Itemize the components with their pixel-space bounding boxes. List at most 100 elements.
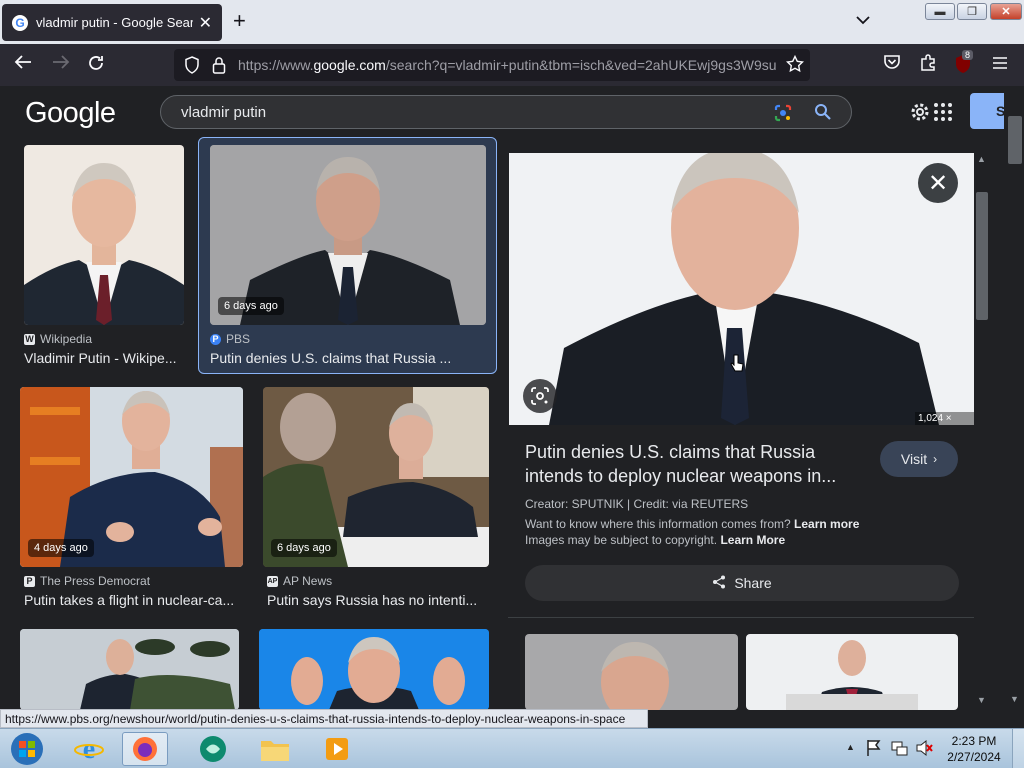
info-source-text: Want to know where this information come… (525, 517, 860, 531)
pbs-icon: P (210, 333, 221, 345)
address-bar[interactable]: https://www.google.com/search?q=vladmir+… (174, 49, 810, 81)
tab-google-search[interactable]: G vladmir putin - Google Search ✕ (2, 4, 222, 41)
preview-image[interactable]: ✕ 1,024 × 683 (509, 153, 974, 425)
google-header: Google vladmir putin Si (0, 86, 1024, 138)
chevron-right-icon: › (933, 452, 938, 466)
press-democrat-icon: P (24, 575, 35, 587)
scroll-up-icon[interactable]: ▲ (977, 154, 986, 164)
tab-title: vladmir putin - Google Search (36, 15, 193, 30)
firefox-taskbar-button[interactable] (122, 732, 168, 766)
media-player-icon[interactable] (314, 732, 360, 766)
learn-more-link[interactable]: Learn more (794, 517, 859, 531)
result-thumbnail[interactable]: 6 days ago (263, 387, 489, 567)
scroll-down-icon[interactable]: ▼ (1010, 694, 1019, 704)
result-age-badge: 4 days ago (28, 539, 94, 557)
svg-text:e: e (83, 734, 95, 764)
maximize-button[interactable]: ❐ (957, 3, 987, 20)
lens-search-button[interactable] (523, 379, 557, 413)
shield-icon[interactable] (184, 56, 200, 79)
url-text: https://www.google.com/search?q=vladmir+… (238, 57, 777, 73)
scroll-down-icon[interactable]: ▼ (977, 695, 986, 705)
result-source: P The Press Democrat (24, 574, 150, 588)
lock-icon[interactable] (212, 56, 226, 79)
image-preview-panel: ✕ 1,024 × 683 Putin denies U.S. claims t… (508, 150, 974, 710)
forward-arrow-icon[interactable] (52, 54, 70, 74)
windows-taskbar: e ▲ 2:23 PM 2/27/2024 (0, 728, 1024, 768)
creator-credit: Creator: SPUTNIK | Credit: via REUTERS (525, 497, 749, 511)
result-thumbnail[interactable]: 4 days ago (20, 387, 243, 567)
result-age-badge: 6 days ago (218, 297, 284, 315)
google-favicon-icon: G (12, 14, 28, 31)
hand-cursor-icon (730, 354, 744, 379)
clock-time: 2:23 PM (951, 734, 997, 748)
extension-badge: 8 (962, 50, 974, 60)
result-title[interactable]: Putin says Russia has no intenti... (267, 592, 489, 608)
start-button[interactable] (4, 732, 50, 766)
back-arrow-icon[interactable] (14, 54, 32, 74)
minimize-button[interactable]: ▬ (925, 3, 955, 20)
google-lens-icon[interactable] (773, 103, 793, 128)
result-source: P PBS (210, 332, 250, 346)
show-hidden-icons-icon[interactable]: ▲ (846, 742, 855, 752)
related-image-thumbnail[interactable] (746, 634, 958, 710)
result-thumbnail[interactable]: 6 days ago (210, 145, 486, 325)
extensions-puzzle-icon[interactable] (919, 54, 937, 76)
search-input[interactable]: vladmir putin (160, 95, 852, 129)
app-taskbar-icon[interactable] (190, 732, 236, 766)
preview-panel-scrollbar[interactable]: ▲ ▼ (974, 150, 990, 710)
result-age-badge: 6 days ago (271, 539, 337, 557)
image-dimensions: 1,024 × 683 (915, 412, 974, 425)
result-source: W Wikipedia (24, 332, 93, 346)
clock-date: 2/27/2024 (947, 750, 1001, 764)
close-preview-button[interactable]: ✕ (918, 163, 958, 203)
scrollbar-thumb[interactable] (976, 192, 988, 320)
show-desktop-button[interactable] (1012, 729, 1024, 768)
related-image-thumbnail[interactable] (525, 634, 738, 710)
result-title[interactable]: Putin takes a flight in nuclear-ca... (24, 592, 243, 608)
bookmark-star-icon[interactable] (785, 54, 805, 78)
learn-more-copyright-link[interactable]: Learn More (720, 533, 785, 547)
preview-title[interactable]: Putin denies U.S. claims that Russia int… (525, 440, 855, 488)
copyright-text: Images may be subject to copyright. Lear… (525, 533, 786, 547)
result-title[interactable]: Vladimir Putin - Wikipe... (24, 350, 184, 366)
reload-icon[interactable] (87, 54, 105, 76)
volume-muted-icon[interactable] (915, 739, 933, 762)
result-source: AP AP News (267, 574, 333, 588)
image-result-press-democrat[interactable]: 4 days ago P The Press Democrat Putin tak… (20, 387, 243, 617)
settings-gear-icon[interactable] (908, 100, 932, 129)
tab-close-icon[interactable]: ✕ (199, 13, 212, 33)
network-icon[interactable] (891, 739, 909, 762)
search-query[interactable]: vladmir putin (181, 104, 266, 121)
browser-window: G vladmir putin - Google Search ✕ + ▬ ❐ … (0, 0, 1024, 768)
image-result-thumbnail[interactable] (20, 629, 239, 710)
scrollbar-thumb[interactable] (1008, 116, 1022, 164)
navigation-bar: https://www.google.com/search?q=vladmir+… (0, 44, 1024, 86)
search-icon[interactable] (814, 103, 832, 126)
tab-bar: G vladmir putin - Google Search ✕ + ▬ ❐ … (0, 0, 1024, 44)
result-thumbnail[interactable] (24, 145, 184, 325)
hamburger-menu-icon[interactable] (992, 54, 1008, 74)
file-explorer-icon[interactable] (252, 732, 298, 766)
share-icon (712, 575, 726, 592)
close-window-button[interactable]: ✕ (990, 3, 1022, 20)
action-center-flag-icon[interactable] (866, 739, 882, 762)
system-clock[interactable]: 2:23 PM 2/27/2024 (940, 733, 1008, 765)
image-result-pbs-selected[interactable]: 6 days ago P PBS Putin denies U.S. claims… (198, 137, 497, 374)
image-result-thumbnail[interactable] (259, 629, 489, 710)
image-result-ap-news[interactable]: 6 days ago AP AP News Putin says Russia h… (263, 387, 489, 617)
panel-divider (508, 617, 974, 618)
internet-explorer-icon[interactable]: e (66, 732, 112, 766)
pocket-icon[interactable] (883, 54, 901, 74)
image-result-wikipedia[interactable]: W Wikipedia Vladimir Putin - Wikipe... (24, 145, 184, 375)
share-button[interactable]: Share (525, 565, 959, 601)
chevron-down-icon[interactable] (856, 12, 870, 28)
result-title[interactable]: Putin denies U.S. claims that Russia ... (210, 350, 486, 366)
wikipedia-icon: W (24, 333, 35, 345)
visit-button[interactable]: Visit › (880, 441, 958, 477)
ap-news-icon: AP (267, 575, 278, 587)
google-logo[interactable]: Google (25, 97, 116, 130)
link-status-bar: https://www.pbs.org/newshour/world/putin… (0, 709, 648, 728)
new-tab-icon[interactable]: + (233, 10, 246, 32)
apps-grid-icon[interactable] (933, 102, 953, 127)
page-scrollbar[interactable]: ▼ (1004, 86, 1024, 710)
